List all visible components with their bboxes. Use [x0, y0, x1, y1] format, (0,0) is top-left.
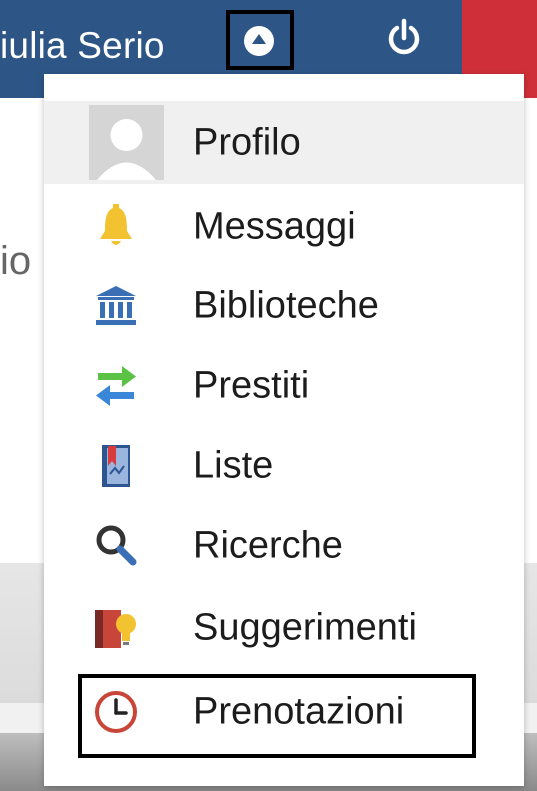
menu-item-label: Biblioteche	[193, 284, 379, 327]
menu-item-label: Ricerche	[193, 524, 343, 567]
menu-item-ricerche[interactable]: Ricerche	[44, 506, 524, 586]
menu-item-biblioteche[interactable]: Biblioteche	[44, 266, 524, 346]
menu-item-suggerimenti[interactable]: Suggerimenti	[44, 588, 524, 668]
power-icon[interactable]	[386, 18, 422, 60]
menu-item-label: Suggerimenti	[193, 606, 417, 649]
menu-item-prestiti[interactable]: Prestiti	[44, 346, 524, 426]
search-icon	[96, 525, 137, 566]
user-menu-toggle-button[interactable]	[226, 10, 294, 70]
menu-item-label: Messaggi	[193, 205, 356, 248]
menu-item-label: Prestiti	[193, 364, 310, 407]
avatar-icon	[89, 105, 164, 180]
chevron-up-circle-icon	[244, 26, 274, 56]
menu-item-profilo[interactable]: Profilo	[44, 101, 524, 184]
bell-icon	[100, 204, 132, 245]
bookmark-book-icon	[102, 445, 130, 487]
menu-item-label: Profilo	[193, 121, 301, 163]
background-page-text: io	[0, 239, 32, 283]
library-icon	[96, 286, 136, 325]
menu-item-messaggi[interactable]: Messaggi	[44, 187, 524, 267]
book-lightbulb-icon	[95, 610, 136, 648]
menu-item-label: Liste	[193, 444, 274, 487]
menu-item-liste[interactable]: Liste	[44, 426, 524, 506]
user-name[interactable]: iulia Serio	[0, 18, 165, 74]
swap-arrows-icon	[96, 366, 136, 406]
prenotazioni-highlight-outline	[78, 674, 476, 758]
